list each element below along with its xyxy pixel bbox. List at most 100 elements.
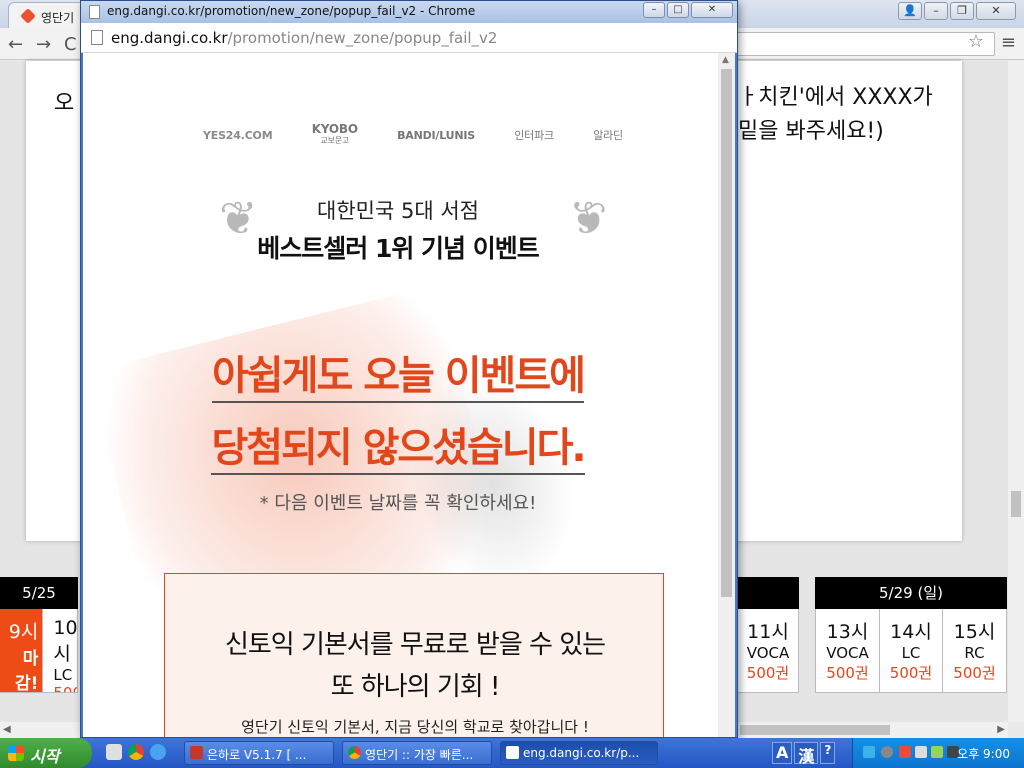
back-arrow-icon[interactable]: ← [8, 34, 23, 55]
start-button[interactable]: 시작 [0, 738, 92, 768]
url-path: /promotion/new_zone/popup_fail_v2 [227, 29, 498, 47]
schedule-cell[interactable]: 10시 LC 500권 [43, 609, 77, 692]
usb-icon[interactable] [931, 746, 943, 758]
schedule-subject: LC [53, 666, 73, 684]
promo-headline-2: 또 하나의 기회 ! [330, 672, 501, 702]
network-icon[interactable] [881, 746, 893, 758]
scrollbar-thumb[interactable] [740, 725, 890, 735]
bookstore-logos: YES24.COM KYOBO 교보문고 BANDI/LUNIS 인터파크 알라… [203, 123, 623, 147]
ime-mode-hanja[interactable]: 漢 [794, 742, 819, 766]
card-text-right-line-1: ㅏ치킨'에서 XXXX가 [738, 85, 933, 110]
reload-icon[interactable]: C [64, 34, 77, 55]
minimize-button[interactable]: – [924, 2, 948, 20]
menu-icon[interactable]: ≡ [1001, 32, 1016, 53]
background-tab-label: 영단기 [41, 11, 75, 25]
scroll-right-arrow-icon[interactable]: ▶ [997, 724, 1005, 735]
scrollbar-thumb[interactable] [721, 69, 732, 597]
schedule-price: 500권 [826, 664, 869, 682]
quicklaunch-ie-icon[interactable] [150, 744, 166, 760]
popup-title: eng.dangi.co.kr/promotion/new_zone/popup… [107, 4, 476, 18]
popup-vertical-scrollbar[interactable]: ▲ [718, 53, 735, 737]
ime-mode-a[interactable]: A [772, 742, 793, 764]
popup-minimize-button[interactable]: – [643, 2, 665, 18]
schedule-time: 10시 [53, 617, 77, 665]
schedule-date: 5/29 (일) [815, 577, 1007, 609]
bookmark-star-icon[interactable]: ☆ [968, 31, 984, 52]
popup-maximize-button[interactable]: □ [667, 2, 689, 18]
schedule-price: 500권 [53, 684, 77, 692]
security-icon[interactable] [899, 746, 911, 758]
kyobo-logo-text: KYOBO [311, 122, 358, 136]
event-title: 베스트셀러 1위 기념 이벤트 [257, 234, 540, 263]
background-tab[interactable]: 영단기 [8, 2, 88, 28]
forward-arrow-icon[interactable]: → [36, 34, 51, 55]
quicklaunch-chrome-icon[interactable] [128, 744, 144, 760]
schedule-cell-closed: 9시 마감! [0, 609, 44, 692]
fail-message-text: 아쉽게도 오늘 이벤트에 [212, 353, 586, 403]
restore-button[interactable]: ❐ [950, 2, 974, 20]
card-text-right-line-2: 밑을 봐주세요!) [738, 119, 884, 144]
schedule-time: 13시 [826, 621, 869, 643]
app-icon [190, 746, 203, 759]
close-button[interactable]: ✕ [976, 2, 1016, 20]
promo-description: 영단기 신토익 기본서, 지금 당신의 학교로 찾아갑니다 ! [241, 718, 589, 736]
shield-icon[interactable] [863, 746, 875, 758]
schedule-subject: VOCA [826, 644, 869, 662]
schedule-cell[interactable]: 15시 RC 500권 [943, 609, 1006, 692]
schedule-row: 11시 VOCA 500권 [738, 609, 799, 693]
quicklaunch-explorer-icon[interactable] [106, 744, 122, 760]
schedule-time: 14시 [890, 621, 932, 643]
taskbar-item-label: 영단기 :: 가장 빠른... [365, 748, 474, 762]
promo-headline-1: 신토익 기본서를 무료로 받을 수 있는 [224, 630, 606, 660]
schedule-subject: VOCA [746, 644, 790, 662]
dangi-favicon-icon [20, 8, 36, 24]
popup-window-controls: – □ ✕ [643, 2, 733, 18]
popup-url: eng.dangi.co.kr/promotion/new_zone/popup… [111, 29, 497, 47]
background-window-controls: 👤 – ❐ ✕ [898, 2, 1016, 20]
scroll-up-arrow-icon[interactable]: ▲ [722, 55, 729, 65]
schedule-cell[interactable]: 11시 VOCA 500권 [738, 609, 798, 692]
schedule-cell[interactable]: 14시 LC 500권 [880, 609, 943, 692]
popup-titlebar[interactable]: eng.dangi.co.kr/promotion/new_zone/popup… [81, 1, 737, 23]
popup-page: YES24.COM KYOBO 교보문고 BANDI/LUNIS 인터파크 알라… [83, 53, 735, 737]
fail-message-line-1: 아쉽게도 오늘 이벤트에 [83, 343, 713, 403]
scrollbar-thumb[interactable] [1011, 491, 1021, 517]
schedule-date [738, 577, 799, 609]
user-icon[interactable]: 👤 [898, 2, 922, 20]
chrome-icon [348, 746, 361, 759]
bandi-lunis-logo: BANDI/LUNIS [397, 128, 476, 142]
next-event-note: * 다음 이벤트 날짜를 꼭 확인하세요! [259, 493, 537, 514]
volume-icon[interactable] [915, 746, 927, 758]
schedule-date: 5/25 [0, 577, 78, 609]
promo-box[interactable]: 신토익 기본서를 무료로 받을 수 있는 또 하나의 기회 ! 영단기 신토익 … [164, 573, 664, 737]
page-icon [506, 746, 519, 759]
taskbar-item-3[interactable]: eng.dangi.co.kr/p... [500, 741, 658, 765]
system-tray: 오후 9:00 [852, 738, 1024, 768]
start-label: 시작 [30, 747, 60, 766]
schedule-cell[interactable]: 13시 VOCA 500권 [816, 609, 880, 692]
page-icon [91, 30, 103, 45]
popup-close-button[interactable]: ✕ [691, 2, 733, 18]
schedule-row: 9시 마감! 10시 LC 500권 [0, 609, 78, 693]
popup-url-bar[interactable]: eng.dangi.co.kr/promotion/new_zone/popup… [81, 23, 737, 53]
taskbar-item-2[interactable]: 영단기 :: 가장 빠른... [342, 741, 492, 765]
kyobo-logo-subtext: 교보문고 [320, 136, 350, 145]
windows-logo-icon [8, 745, 24, 761]
ime-help-icon[interactable]: ? [820, 742, 836, 764]
fail-message-text: 당첨되지 않으셨습니다. [211, 425, 587, 475]
schedule-time: 11시 [747, 621, 789, 643]
schedule-time: 15시 [953, 621, 996, 643]
schedule-group-middle: 11시 VOCA 500권 [738, 577, 799, 693]
taskbar-item-label: eng.dangi.co.kr/p... [523, 746, 640, 760]
scroll-left-arrow-icon[interactable]: ◀ [3, 724, 11, 735]
url-domain: eng.dangi.co.kr [111, 29, 228, 47]
fail-message-line-2: 당첨되지 않으셨습니다. [83, 415, 713, 475]
ime-indicator[interactable]: A 漢 ? [772, 742, 836, 766]
schedule-row: 13시 VOCA 500권 14시 LC 500권 15시 RC 500권 [815, 609, 1007, 693]
schedule-price: 500권 [953, 664, 996, 682]
card-text-right: ㅏ치킨'에서 XXXX가 밑을 봐주세요!) [738, 81, 933, 149]
taskbar-item-1[interactable]: 은하로 V5.1.7 [ ... [184, 741, 334, 765]
background-vertical-scrollbar[interactable] [1008, 61, 1024, 722]
aladin-logo: 알라딘 [593, 129, 623, 142]
event-subtitle: 대한민국 5대 서점 [317, 199, 479, 223]
